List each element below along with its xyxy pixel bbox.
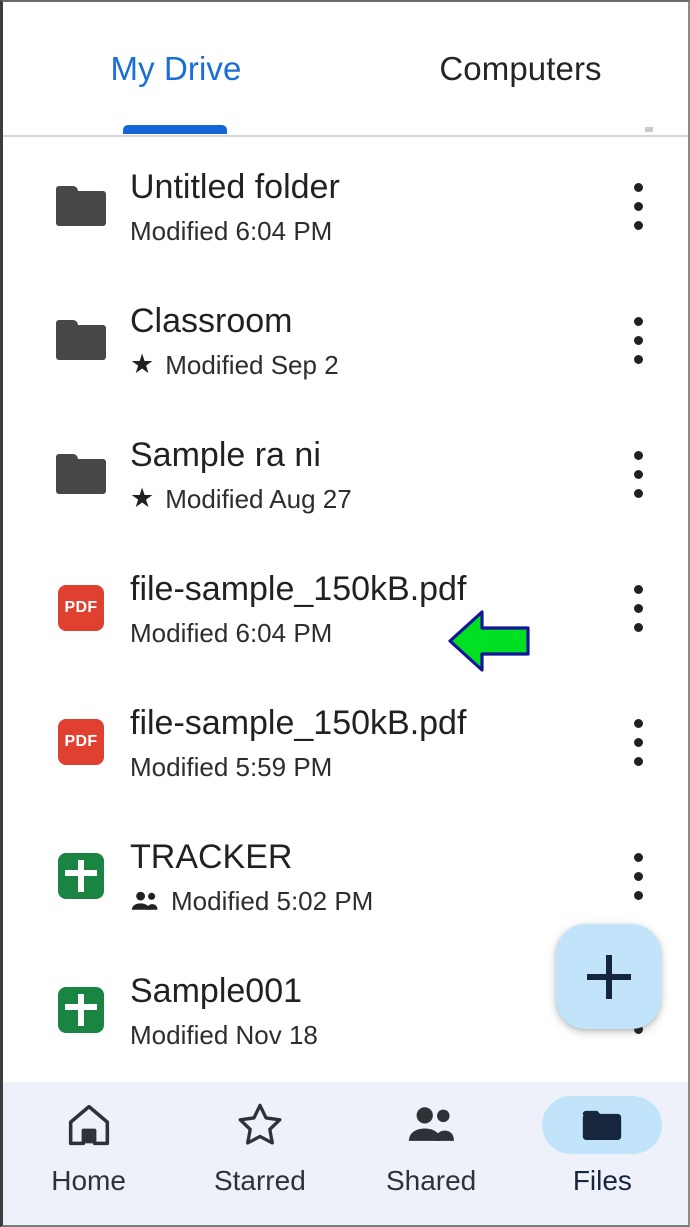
folder-filled-icon	[542, 1096, 663, 1154]
drive-tab-bar: My Drive Computers	[3, 2, 688, 137]
pdf-icon-label: PDF	[58, 719, 104, 765]
file-subtitle: Modified 6:04 PM	[130, 618, 688, 648]
file-subtitle: ★ Modified Sep 2	[130, 350, 688, 380]
tab-computers[interactable]: Computers	[378, 2, 663, 135]
nav-item-starred[interactable]: Starred	[180, 1096, 340, 1197]
folder-icon	[43, 320, 119, 360]
list-item[interactable]: Untitled folder Modified 6:04 PM	[3, 139, 688, 273]
tab-my-drive-label: My Drive	[110, 49, 242, 87]
nav-item-shared[interactable]: Shared	[351, 1096, 511, 1197]
file-modified-label: Modified Sep 2	[165, 349, 339, 380]
more-options-icon[interactable]	[616, 174, 660, 238]
file-name: Sample ra ni	[130, 435, 321, 474]
nav-item-home[interactable]: Home	[9, 1096, 169, 1197]
file-modified-label: Modified 6:04 PM	[130, 617, 333, 648]
file-name: Classroom	[130, 301, 293, 340]
people-shared-icon	[130, 890, 160, 912]
people-icon	[371, 1096, 491, 1154]
more-options-icon[interactable]	[616, 576, 660, 640]
list-item[interactable]: Sample ra ni ★ Modified Aug 27	[3, 407, 688, 541]
folder-icon	[43, 454, 119, 494]
tab-computers-label: Computers	[439, 49, 602, 87]
file-subtitle: Modified 5:59 PM	[130, 752, 688, 782]
nav-item-home-label: Home	[51, 1165, 126, 1196]
list-item-text: file-sample_150kB.pdf Modified 6:04 PM	[130, 569, 688, 648]
file-name: file-sample_150kB.pdf	[130, 569, 467, 608]
plus-icon	[586, 954, 631, 999]
nav-item-starred-label: Starred	[213, 1165, 306, 1196]
tab-my-drive[interactable]: My Drive	[41, 2, 311, 135]
google-sheets-icon	[43, 987, 119, 1033]
file-subtitle: Modified 6:04 PM	[130, 216, 688, 246]
file-modified-label: Modified 5:59 PM	[130, 751, 333, 782]
list-item[interactable]: PDF file-sample_150kB.pdf Modified 5:59 …	[3, 675, 688, 809]
list-item-text: Sample ra ni ★ Modified Aug 27	[130, 435, 688, 514]
drive-app-screen: My Drive Computers Untitled folder Modif…	[0, 0, 690, 1227]
home-icon	[29, 1096, 149, 1154]
nav-item-files[interactable]: Files	[522, 1096, 682, 1197]
folder-icon	[43, 186, 119, 226]
more-options-icon[interactable]	[616, 844, 660, 908]
list-item[interactable]: PDF file-sample_150kB.pdf Modified 6:04 …	[3, 541, 688, 675]
tab-active-indicator	[123, 125, 227, 134]
pdf-file-icon: PDF	[43, 719, 119, 765]
file-name: TRACKER	[130, 837, 293, 876]
star-icon: ★	[130, 483, 155, 513]
bottom-navigation-bar: Home Starred Shared Files	[3, 1082, 688, 1225]
more-options-icon[interactable]	[616, 442, 660, 506]
list-item-text: Untitled folder Modified 6:04 PM	[130, 167, 688, 246]
scrolled-row-remnant	[645, 127, 653, 137]
file-modified-label: Modified 5:02 PM	[171, 885, 374, 916]
list-item-text: file-sample_150kB.pdf Modified 5:59 PM	[130, 703, 688, 782]
list-item-text: TRACKER Modified 5:02 PM	[130, 837, 688, 916]
google-sheets-icon	[43, 853, 119, 899]
list-item[interactable]: Classroom ★ Modified Sep 2	[3, 273, 688, 407]
pdf-icon-label: PDF	[58, 585, 104, 631]
list-item[interactable]: TRACKER Modified 5:02 PM	[3, 809, 688, 943]
more-options-icon[interactable]	[616, 710, 660, 774]
pdf-file-icon: PDF	[43, 585, 119, 631]
list-item-text: Classroom ★ Modified Sep 2	[130, 301, 688, 380]
file-subtitle: Modified 5:02 PM	[130, 886, 688, 916]
star-outline-icon	[200, 1096, 320, 1154]
create-new-button[interactable]	[556, 924, 661, 1029]
file-modified-label: Modified Aug 27	[165, 483, 352, 514]
file-name: file-sample_150kB.pdf	[130, 703, 467, 742]
file-name: Untitled folder	[130, 167, 340, 206]
file-subtitle: ★ Modified Aug 27	[130, 484, 688, 514]
file-modified-label: Modified Nov 18	[130, 1019, 318, 1050]
more-options-icon[interactable]	[616, 308, 660, 372]
nav-item-shared-label: Shared	[385, 1165, 477, 1196]
nav-item-files-label: Files	[572, 1165, 632, 1196]
star-icon: ★	[130, 349, 155, 379]
file-modified-label: Modified 6:04 PM	[130, 215, 333, 246]
